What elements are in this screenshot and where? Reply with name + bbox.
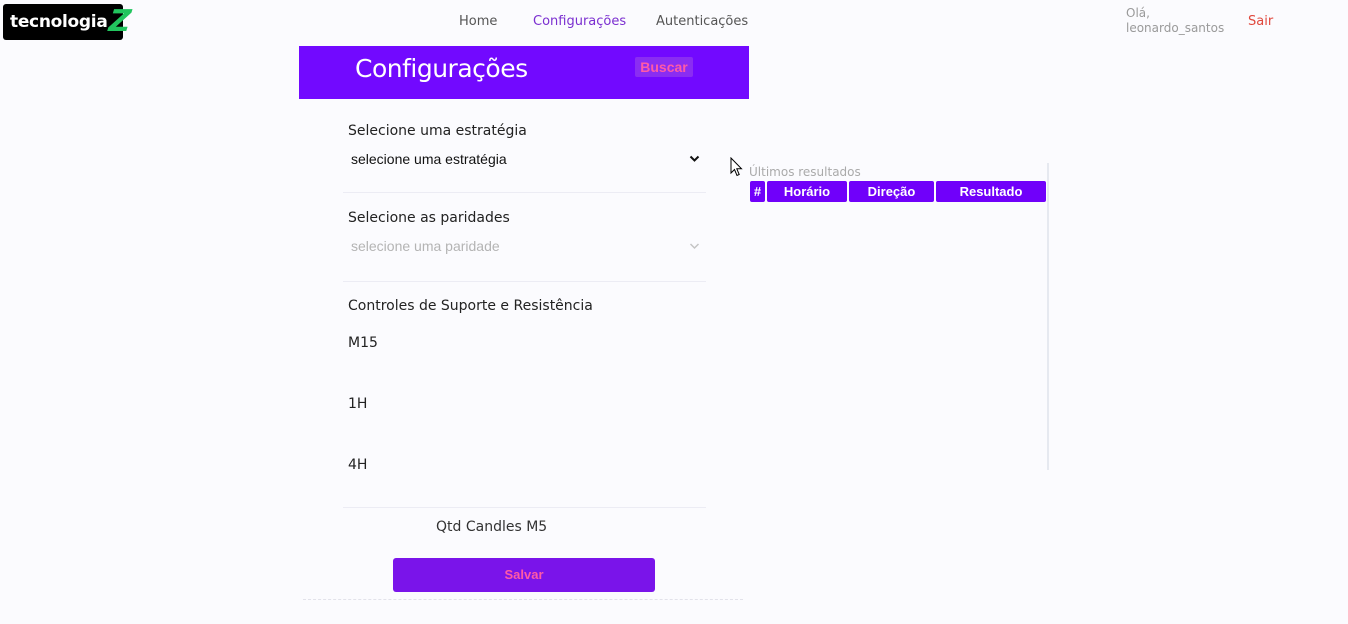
nav-auth-link[interactable]: Autenticações — [656, 14, 748, 29]
save-button[interactable]: Salvar — [393, 558, 655, 592]
pairs-select[interactable]: selecione uma paridade — [346, 234, 704, 258]
search-button[interactable]: Buscar — [635, 57, 693, 77]
candles-m5-label: Qtd Candles M5 — [436, 519, 548, 535]
nav-home-link[interactable]: Home — [459, 14, 497, 29]
results-caption: Últimos resultados — [749, 165, 861, 179]
divider — [303, 599, 743, 600]
divider — [343, 281, 706, 282]
pairs-select-placeholder: selecione uma paridade — [351, 238, 500, 254]
page-title: Configurações — [355, 54, 528, 83]
divider — [343, 507, 706, 508]
timeframe-1h-label: 1H — [348, 396, 368, 412]
timeframe-m15-label: M15 — [348, 335, 378, 351]
strategy-select-value: selecione uma estratégia — [351, 151, 507, 167]
results-col-result: Resultado — [936, 181, 1046, 202]
logout-link[interactable]: Sair — [1248, 14, 1273, 29]
logo-mark: Z — [106, 4, 133, 39]
results-col-index: # — [750, 181, 765, 202]
user-greeting: Olá, leonardo_santos — [1126, 6, 1225, 35]
results-col-direction: Direção — [849, 181, 934, 202]
nav-config-link[interactable]: Configurações — [533, 14, 626, 29]
timeframe-4h-label: 4H — [348, 457, 368, 473]
results-panel-border — [1047, 163, 1049, 470]
chevron-down-icon — [689, 147, 700, 180]
chevron-down-icon — [689, 234, 700, 267]
sr-controls-label: Controles de Suporte e Resistência — [348, 298, 593, 314]
mouse-cursor-icon — [730, 156, 744, 182]
pairs-label: Selecione as paridades — [348, 210, 510, 226]
strategy-select[interactable]: selecione uma estratégia — [346, 147, 704, 171]
page: tecnologia Z Home Configurações Autentic… — [0, 0, 1348, 624]
logo[interactable]: tecnologia Z — [3, 4, 132, 40]
strategy-label: Selecione uma estratégia — [348, 123, 527, 139]
results-col-time: Horário — [767, 181, 847, 202]
logo-text: tecnologia — [10, 12, 108, 32]
divider — [343, 192, 706, 193]
page-header: Configurações Buscar — [299, 46, 749, 99]
